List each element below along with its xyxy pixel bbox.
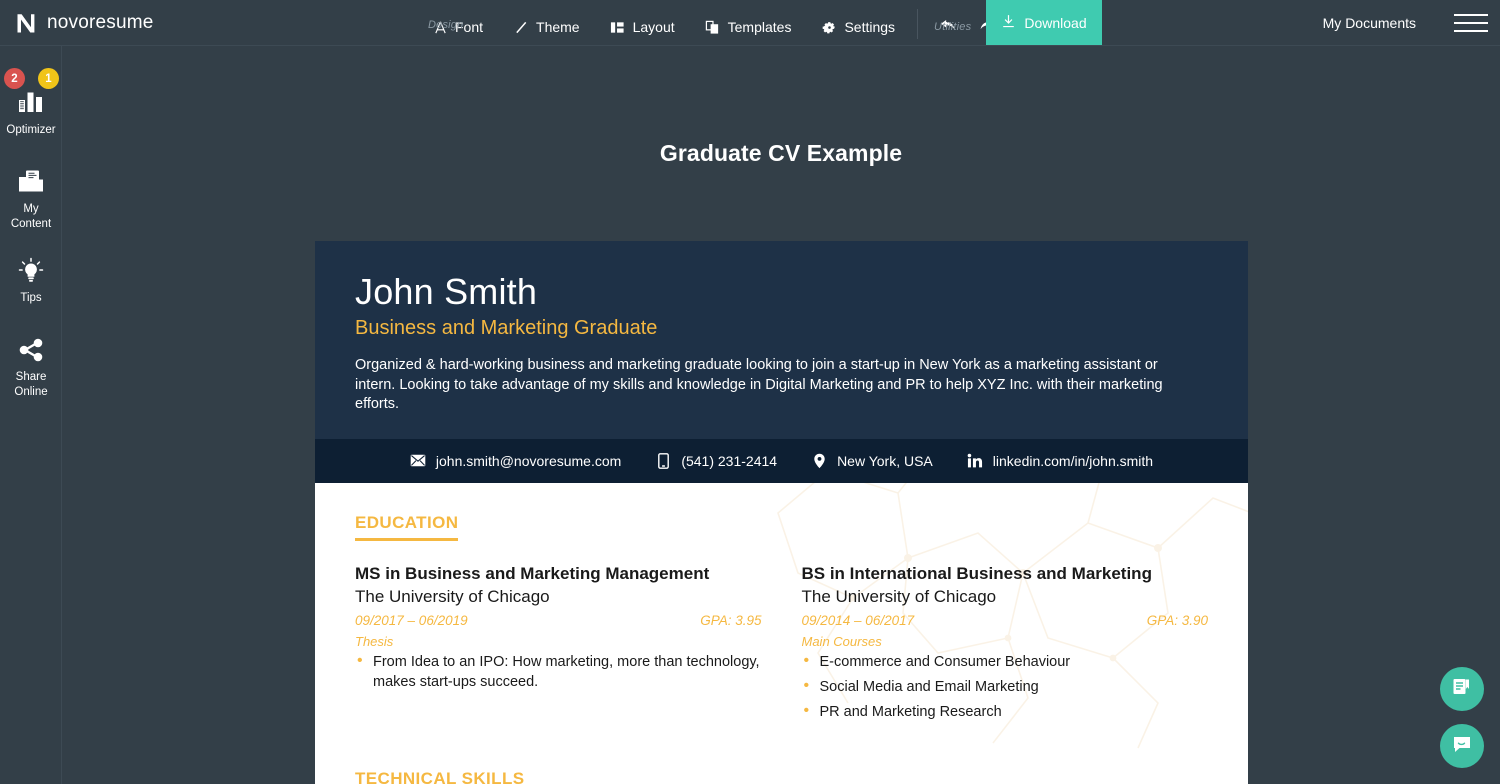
resume-role: Business and Marketing Graduate xyxy=(355,317,658,339)
sidebar-item-tips-label: Tips xyxy=(20,292,42,304)
degree-school: The University of Chicago xyxy=(801,586,997,606)
chat-support-button[interactable] xyxy=(1440,724,1484,768)
menu-item-layout[interactable]: Layout xyxy=(596,15,691,39)
document-edit-button[interactable] xyxy=(1440,667,1484,711)
contact-linkedin-value: linkedin.com/in/john.smith xyxy=(992,452,1154,469)
optimizer-badges: 2 1 xyxy=(0,68,62,89)
sidebar-item-share-online-label: Share Online xyxy=(14,371,48,398)
resume-summary: Organized & hard-working business and ma… xyxy=(355,357,1163,412)
resume-name: John Smith xyxy=(355,271,538,312)
menu-item-layout-label: Layout xyxy=(632,19,675,35)
list-item: Social Media and Email Marketing xyxy=(802,676,1209,697)
layout-columns-icon xyxy=(610,19,626,35)
degree-bullets: E-commerce and Consumer Behaviour Social… xyxy=(802,651,1209,722)
my-documents-link[interactable]: My Documents xyxy=(1323,15,1416,31)
sidebar-item-optimizer-label: Optimizer xyxy=(6,124,56,136)
degree-meta: 09/2014 – 06/2017 GPA: 3.90 xyxy=(802,613,1209,628)
sidebar-item-my-content[interactable]: My Content xyxy=(0,161,62,232)
badge-warnings: 1 xyxy=(38,68,59,89)
degree-subheading: Thesis xyxy=(355,633,394,649)
design-group-label: Design xyxy=(428,19,464,31)
resume-header: John Smith Business and Marketing Gradua… xyxy=(315,241,1248,439)
degree-dates: 09/2017 – 06/2019 xyxy=(355,612,468,628)
contact-location[interactable]: New York, USA xyxy=(794,453,950,469)
gear-icon xyxy=(821,19,837,35)
sidebar-item-optimizer[interactable]: 2 1 Optimizer xyxy=(0,58,62,138)
sidebar-item-tips[interactable]: Tips xyxy=(0,250,62,306)
linkedin-icon xyxy=(967,453,983,469)
degree-bullets: From Idea to an IPO: How marketing, more… xyxy=(355,651,762,692)
hamburger-menu-icon[interactable] xyxy=(1454,14,1488,32)
design-menu-group: Design Font Theme Layout Templates Setti… xyxy=(418,15,911,45)
section-title-technical-skills: TECHNICAL SKILLS xyxy=(355,768,525,784)
contact-phone-value: (541) 231-2414 xyxy=(681,452,778,469)
utilities-group-label: Utilities xyxy=(934,21,972,33)
brush-stroke-icon xyxy=(513,19,529,35)
degree-meta: 09/2017 – 06/2019 GPA: 3.95 xyxy=(355,613,762,628)
list-item: From Idea to an IPO: How marketing, more… xyxy=(355,651,762,692)
share-nodes-icon xyxy=(16,335,46,365)
degree-subheading: Main Courses xyxy=(801,633,882,649)
resume-body: EDUCATION MS in Business and Marketing M… xyxy=(315,482,1248,784)
menu-divider xyxy=(917,9,919,39)
bar-chart-icon xyxy=(16,88,46,118)
contact-email-value: john.smith@novoresume.com xyxy=(435,452,622,469)
degree-dates: 09/2014 – 06/2017 xyxy=(801,612,915,628)
lightbulb-icon xyxy=(16,256,46,286)
phone-icon xyxy=(655,452,671,469)
menu-item-settings[interactable]: Settings xyxy=(807,15,911,39)
page-title: Graduate CV Example xyxy=(659,140,903,166)
location-pin-icon xyxy=(811,453,827,469)
brand-logo[interactable]: novoresume xyxy=(0,11,300,35)
badge-errors: 2 xyxy=(4,68,25,89)
contact-email[interactable]: john.smith@novoresume.com xyxy=(393,453,638,469)
contact-location-value: New York, USA xyxy=(837,452,933,469)
education-entry-1: MS in Business and Marketing Management … xyxy=(355,563,762,727)
education-columns: MS in Business and Marketing Management … xyxy=(355,563,1208,727)
top-header-bar: novoresume Design Font Theme Layout Temp… xyxy=(0,0,1500,46)
stacked-pages-icon xyxy=(705,19,721,35)
resume-contact-bar: john.smith@novoresume.com (541) 231-2414… xyxy=(315,438,1248,483)
menu-item-theme-label: Theme xyxy=(536,19,580,35)
contact-linkedin[interactable]: linkedin.com/in/john.smith xyxy=(950,453,1170,469)
degree-title: BS in International Business and Marketi… xyxy=(801,563,1152,583)
folder-document-icon xyxy=(16,167,46,197)
degree-title: MS in Business and Marketing Management xyxy=(355,563,710,583)
menu-item-settings-label: Settings xyxy=(844,19,896,35)
list-item: PR and Marketing Research xyxy=(802,701,1209,722)
section-title-education: EDUCATION xyxy=(355,513,459,541)
chat-smile-icon xyxy=(1450,732,1474,761)
envelope-icon xyxy=(410,454,426,467)
brand-name: novoresume xyxy=(47,11,154,33)
sidebar-item-my-content-label: My Content xyxy=(10,203,52,230)
download-icon xyxy=(1001,14,1016,32)
download-label: Download xyxy=(1024,14,1087,31)
education-entry-2: BS in International Business and Marketi… xyxy=(802,563,1209,727)
resume-preview[interactable]: John Smith Business and Marketing Gradua… xyxy=(315,241,1248,784)
left-sidebar: 2 1 Optimizer My Content Tips Share Onli… xyxy=(0,46,62,784)
list-item: E-commerce and Consumer Behaviour xyxy=(802,651,1209,672)
contact-phone[interactable]: (541) 231-2414 xyxy=(638,453,794,469)
top-menu-zone: Design Font Theme Layout Templates Setti… xyxy=(418,0,1027,45)
menu-item-templates[interactable]: Templates xyxy=(691,15,808,39)
degree-school: The University of Chicago xyxy=(355,586,550,606)
degree-gpa: GPA: 3.90 xyxy=(1146,612,1208,628)
novoresume-n-logo-icon xyxy=(14,11,38,35)
degree-gpa: GPA: 3.95 xyxy=(700,612,762,628)
menu-item-templates-label: Templates xyxy=(727,19,792,35)
document-pencil-icon xyxy=(1450,675,1474,704)
menu-item-theme[interactable]: Theme xyxy=(499,15,596,39)
download-button[interactable]: Download xyxy=(986,0,1102,45)
sidebar-item-share-online[interactable]: Share Online xyxy=(0,329,62,400)
